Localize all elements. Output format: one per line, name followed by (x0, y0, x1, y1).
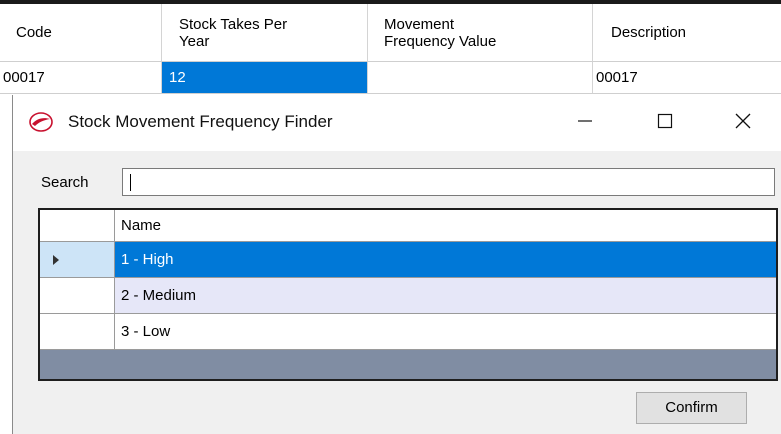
cell-stock-takes[interactable]: 12 (162, 62, 368, 94)
cell-movement-frequency[interactable] (368, 62, 593, 94)
grid-cell-name[interactable]: 3 - Low (115, 314, 776, 350)
cell-code[interactable]: 00017 (0, 62, 162, 94)
row-header[interactable] (40, 314, 115, 350)
grid-corner-header[interactable] (40, 210, 115, 242)
maximize-button[interactable] (650, 107, 680, 135)
confirm-button[interactable]: Confirm (636, 392, 747, 424)
column-header-name[interactable]: Name (115, 210, 776, 242)
grid-cell-name[interactable]: 2 - Medium (115, 278, 776, 314)
row-header[interactable] (40, 278, 115, 314)
minimize-icon (578, 120, 592, 122)
row-pointer-icon (53, 255, 59, 265)
results-grid: Name 1 - High 2 - Medium 3 - Low (38, 208, 778, 381)
column-header-description[interactable]: Description (593, 4, 781, 62)
dialog-title: Stock Movement Frequency Finder (68, 112, 333, 131)
column-header-stock-takes[interactable]: Stock Takes Per Year (162, 4, 368, 62)
grid-row[interactable]: 1 - High (40, 242, 776, 278)
background-data-grid: Code Stock Takes Per Year Movement Frequ… (0, 0, 781, 98)
column-header-code[interactable]: Code (0, 4, 162, 62)
grid-row[interactable]: 2 - Medium (40, 278, 776, 314)
red-swoosh-logo-icon (29, 112, 53, 132)
search-input[interactable] (122, 168, 775, 196)
cell-description[interactable]: 00017 (593, 62, 781, 94)
text-caret (130, 174, 131, 191)
column-header-movement-frequency[interactable]: Movement Frequency Value (368, 4, 593, 62)
finder-dialog: Stock Movement Frequency Finder Search N… (12, 95, 781, 434)
grid-header-row: Name (40, 210, 776, 242)
grid-cell-name[interactable]: 1 - High (115, 242, 776, 278)
dialog-titlebar[interactable]: Stock Movement Frequency Finder (13, 95, 781, 151)
close-icon (735, 113, 751, 129)
row-header[interactable] (40, 242, 115, 278)
grid-row[interactable]: 3 - Low (40, 314, 776, 350)
maximize-icon (657, 113, 673, 129)
minimize-button[interactable] (570, 107, 600, 135)
close-button[interactable] (728, 107, 758, 135)
search-label: Search (41, 174, 89, 191)
